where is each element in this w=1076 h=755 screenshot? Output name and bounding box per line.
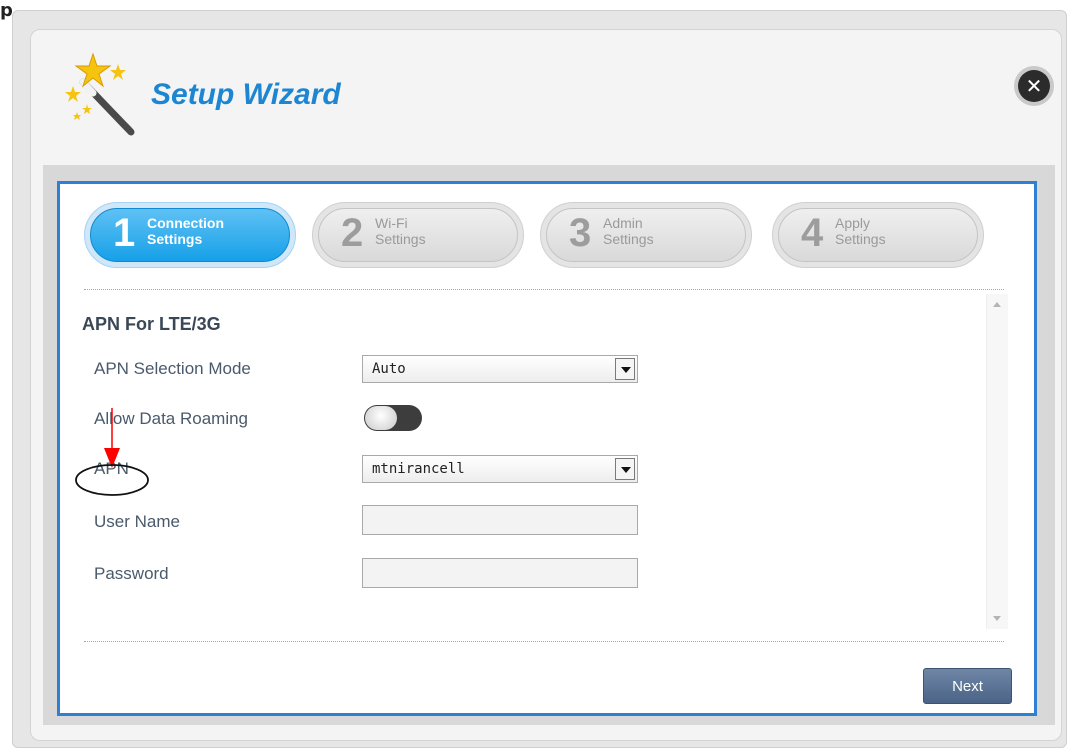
section-title: APN For LTE/3G xyxy=(82,314,221,334)
step-label: Apply Settings xyxy=(835,215,945,247)
setup-wizard-dialog: Setup Wizard ✕ 1 Connection Settings 2 Wi… xyxy=(12,10,1067,748)
apn-selection-mode-label: APN Selection Mode xyxy=(94,359,251,378)
dialog-title: Setup Wizard xyxy=(151,78,341,111)
step-label: Admin Settings xyxy=(603,215,713,247)
step-number: 1 xyxy=(113,211,136,255)
step-label-line1: Apply xyxy=(835,215,871,231)
step-label-line2: Settings xyxy=(147,231,203,247)
scroll-up-icon[interactable] xyxy=(993,302,1001,307)
step-number: 2 xyxy=(341,211,364,255)
apn-selection-mode-select[interactable]: Auto xyxy=(362,355,638,383)
toggle-knob xyxy=(365,406,397,430)
step-label-line1: Admin xyxy=(603,215,643,231)
scroll-down-icon[interactable] xyxy=(993,616,1001,621)
select-value: Auto xyxy=(372,361,406,377)
next-button[interactable]: Next xyxy=(923,668,1012,704)
dialog-body: Setup Wizard ✕ 1 Connection Settings 2 Wi… xyxy=(30,29,1062,741)
close-button[interactable]: ✕ xyxy=(1014,66,1054,106)
password-label: Password xyxy=(94,564,169,583)
top-divider xyxy=(84,289,1004,290)
step-admin-settings[interactable]: 3 Admin Settings xyxy=(540,202,752,268)
step-label: Wi-Fi Settings xyxy=(375,215,485,247)
step-number: 3 xyxy=(569,211,592,255)
step-number: 4 xyxy=(801,211,824,255)
step-label: Connection Settings xyxy=(147,215,257,247)
wizard-content: 1 Connection Settings 2 Wi-Fi Settings 3 A… xyxy=(57,181,1037,716)
content-frame: 1 Connection Settings 2 Wi-Fi Settings 3 A… xyxy=(43,165,1055,725)
scrollbar[interactable] xyxy=(986,294,1008,629)
dialog-header: Setup Wizard ✕ xyxy=(31,30,1061,175)
allow-data-roaming-label: Allow Data Roaming xyxy=(94,409,249,428)
step-connection-settings[interactable]: 1 Connection Settings xyxy=(84,202,296,268)
password-input[interactable] xyxy=(362,558,638,588)
chevron-down-icon[interactable] xyxy=(615,458,635,480)
step-label-line1: Wi-Fi xyxy=(375,215,408,231)
data-roaming-toggle[interactable] xyxy=(364,405,422,431)
magic-wand-icon xyxy=(65,52,135,136)
chevron-down-icon[interactable] xyxy=(615,358,635,380)
apn-select[interactable]: mtnirancell xyxy=(362,455,638,483)
step-indicator: 1 Connection Settings 2 Wi-Fi Settings 3 A… xyxy=(84,202,1004,272)
step-label-line2: Settings xyxy=(375,231,426,247)
step-apply-settings[interactable]: 4 Apply Settings xyxy=(772,202,984,268)
step-label-line2: Settings xyxy=(603,231,654,247)
step-wifi-settings[interactable]: 2 Wi-Fi Settings xyxy=(312,202,524,268)
close-icon[interactable]: ✕ xyxy=(1018,70,1050,102)
user-name-label: User Name xyxy=(94,512,180,531)
step-label-line2: Settings xyxy=(835,231,886,247)
apn-form: APN For LTE/3G APN Selection Mode Auto A… xyxy=(60,294,960,624)
step-label-line1: Connection xyxy=(147,215,224,231)
bottom-divider xyxy=(84,641,1004,642)
select-value: mtnirancell xyxy=(372,461,465,477)
apn-label: APN xyxy=(94,459,129,478)
user-name-input[interactable] xyxy=(362,505,638,535)
